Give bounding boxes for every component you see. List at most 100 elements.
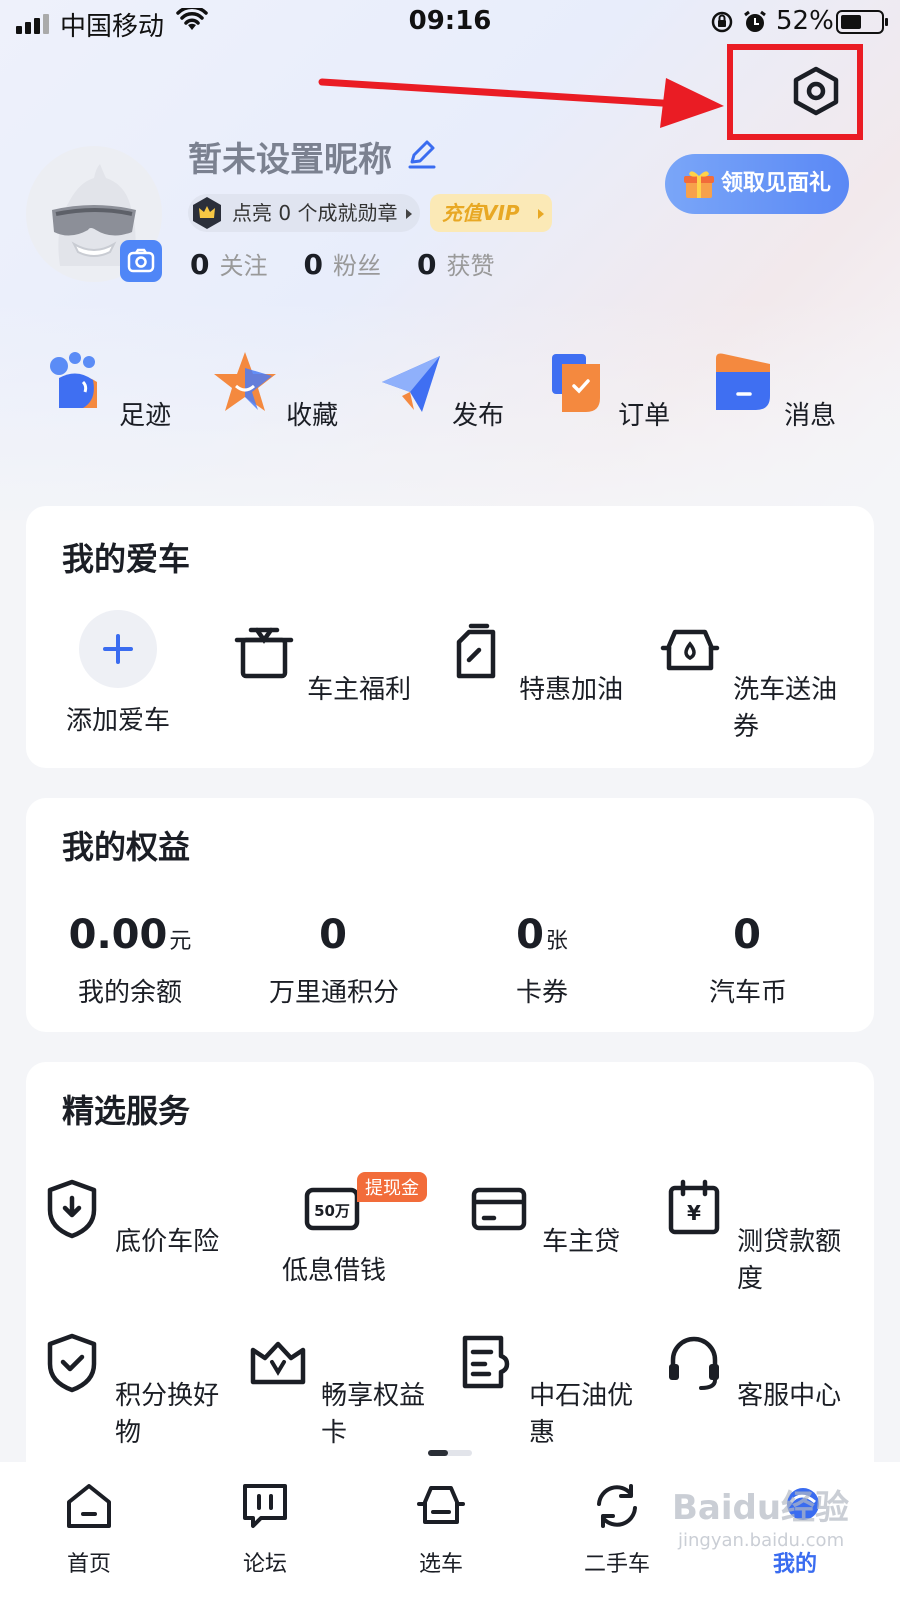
- calendar-yen-icon: ¥: [668, 1179, 720, 1235]
- petrochina-label: 中石油优惠: [528, 1381, 634, 1448]
- coupons-unit: 张: [545, 929, 568, 954]
- yen-glyph: ¥: [687, 1201, 701, 1225]
- stat-following[interactable]: 0 关注: [190, 246, 267, 281]
- claim-gift-button[interactable]: 领取见面礼: [665, 154, 849, 214]
- my-car-card: 我的爱车 添加爱车 车主福利 特惠加油 洗车送油券: [26, 506, 874, 768]
- quick-messages[interactable]: 消息: [703, 340, 843, 432]
- nickname[interactable]: 暂未设置昵称: [188, 132, 392, 181]
- status-bar: 中国移动 09:16 52%: [0, 0, 900, 44]
- chevron-right-icon: [406, 209, 412, 219]
- car-wash-button[interactable]: 洗车送油券: [646, 616, 846, 743]
- fuel-can-icon: [456, 623, 496, 679]
- benefit-card-service[interactable]: 畅享权益卡: [234, 1328, 434, 1449]
- message-icon: [715, 353, 770, 410]
- car-wash-icon: [660, 629, 720, 671]
- watermark: Baidu经验: [672, 1488, 850, 1528]
- gift-icon: [684, 171, 714, 198]
- nav-forum[interactable]: 论坛: [200, 1480, 330, 1578]
- star-icon: [213, 352, 276, 411]
- chevron-right-icon: [538, 209, 544, 219]
- car-coin-label: 汽车币: [708, 978, 787, 1008]
- receipt-icon: [462, 1335, 510, 1389]
- customer-service-label: 客服中心: [737, 1381, 842, 1411]
- points-mall-label: 积分换好物: [114, 1381, 220, 1448]
- change-avatar-button[interactable]: [120, 240, 162, 282]
- balance-item[interactable]: 0.00元 我的余额: [30, 912, 230, 1009]
- coupons-item[interactable]: 0张 卡券: [442, 912, 642, 1009]
- owner-loan-service[interactable]: 车主贷: [442, 1174, 642, 1258]
- shield-download-icon: [47, 1179, 97, 1239]
- achievement-badge-link[interactable]: 点亮 0 个成就勋章: [188, 194, 420, 232]
- owner-benefits-label: 车主福利: [307, 675, 412, 705]
- car-coin-item[interactable]: 0 汽车币: [648, 912, 848, 1009]
- card-icon: [471, 1187, 527, 1231]
- quick-messages-label: 消息: [784, 401, 837, 431]
- benefits-card: 我的权益 0.00元 我的余额 0 万里通积分 0张 卡券 0 汽车币: [26, 798, 874, 1032]
- battery-percent: 52%: [776, 6, 834, 36]
- plus-icon: [79, 610, 157, 688]
- vip-recharge-button[interactable]: 充值VIP: [430, 194, 552, 232]
- shield-check-icon: [47, 1333, 97, 1393]
- loan-icon-text: 50万: [314, 1202, 350, 1220]
- stat-likes[interactable]: 0 获赞: [417, 246, 494, 281]
- quick-actions: 足迹 收藏 发布 订单 消息: [0, 340, 900, 460]
- coupons-label: 卡券: [515, 978, 568, 1008]
- quick-footprint-label: 足迹: [119, 401, 172, 431]
- quick-favorites[interactable]: 收藏: [205, 340, 345, 432]
- quick-orders[interactable]: 订单: [537, 340, 677, 432]
- quick-orders-label: 订单: [618, 401, 671, 431]
- insurance-service[interactable]: 底价车险: [28, 1174, 228, 1258]
- camera-icon: [127, 248, 155, 273]
- crown-badge-icon: [193, 197, 221, 229]
- profile-stats: 0 关注 0 粉丝 0 获赞: [190, 246, 530, 281]
- nav-home-label: 首页: [66, 1552, 111, 1577]
- car-select-icon: [417, 1486, 465, 1524]
- points-value: 0: [319, 912, 347, 958]
- quick-publish-label: 发布: [452, 401, 505, 431]
- fuel-discount-button[interactable]: 特惠加油: [432, 616, 632, 706]
- loan-limit-label: 测贷款额度: [736, 1227, 842, 1294]
- quick-favorites-label: 收藏: [286, 401, 339, 431]
- cash-badge: 提现金: [357, 1172, 427, 1202]
- home-icon: [67, 1484, 111, 1528]
- balance-label: 我的余额: [77, 978, 182, 1008]
- settings-icon[interactable]: [789, 66, 843, 116]
- loan-50w-icon: 50万 提现金: [299, 1172, 427, 1244]
- rotation-lock-icon: [711, 11, 733, 33]
- loan-service[interactable]: 50万 提现金 低息借钱: [234, 1172, 434, 1287]
- quick-footprint[interactable]: 足迹: [38, 340, 178, 432]
- petrochina-service[interactable]: 中石油优惠: [442, 1328, 642, 1449]
- loan-label: 低息借钱: [281, 1256, 386, 1286]
- my-car-title: 我的爱车: [62, 540, 191, 578]
- scroll-indicator: [428, 1450, 472, 1456]
- nav-used-car-label: 二手车: [583, 1552, 650, 1577]
- points-mall-service[interactable]: 积分换好物: [28, 1328, 228, 1449]
- nav-home[interactable]: 首页: [24, 1480, 154, 1578]
- forum-icon: [243, 1484, 287, 1528]
- owner-benefits-button[interactable]: 车主福利: [220, 616, 420, 706]
- quick-publish[interactable]: 发布: [371, 340, 511, 432]
- nav-forum-label: 论坛: [242, 1552, 287, 1577]
- headset-icon: [668, 1336, 719, 1390]
- vip-label: 充值VIP: [442, 201, 520, 225]
- balance-unit: 元: [169, 929, 192, 954]
- customer-service[interactable]: 客服中心: [650, 1328, 850, 1412]
- edit-nickname-icon[interactable]: [406, 138, 438, 170]
- order-icon: [551, 354, 600, 412]
- owner-loan-label: 车主贷: [542, 1227, 621, 1257]
- used-car-icon: [597, 1484, 637, 1528]
- points-item[interactable]: 0 万里通积分: [234, 912, 434, 1009]
- stat-fans[interactable]: 0 粉丝: [303, 246, 380, 281]
- services-title: 精选服务: [62, 1092, 191, 1130]
- services-card: 精选服务 底价车险 50万 提现金 低息借钱 车主贷 ¥ 测贷款额度 积分换好物…: [26, 1062, 874, 1462]
- nav-select-car[interactable]: 选车: [376, 1480, 506, 1578]
- fuel-discount-label: 特惠加油: [519, 675, 624, 705]
- loan-limit-service[interactable]: ¥ 测贷款额度: [650, 1174, 850, 1295]
- car-wash-label: 洗车送油券: [732, 675, 838, 742]
- nav-used-car[interactable]: 二手车: [552, 1480, 682, 1578]
- benefits-title: 我的权益: [62, 828, 191, 866]
- add-car-button[interactable]: 添加爱车: [18, 610, 218, 737]
- points-label: 万里通积分: [268, 978, 399, 1008]
- footprint-icon: [49, 352, 97, 408]
- add-car-label: 添加爱车: [65, 706, 170, 736]
